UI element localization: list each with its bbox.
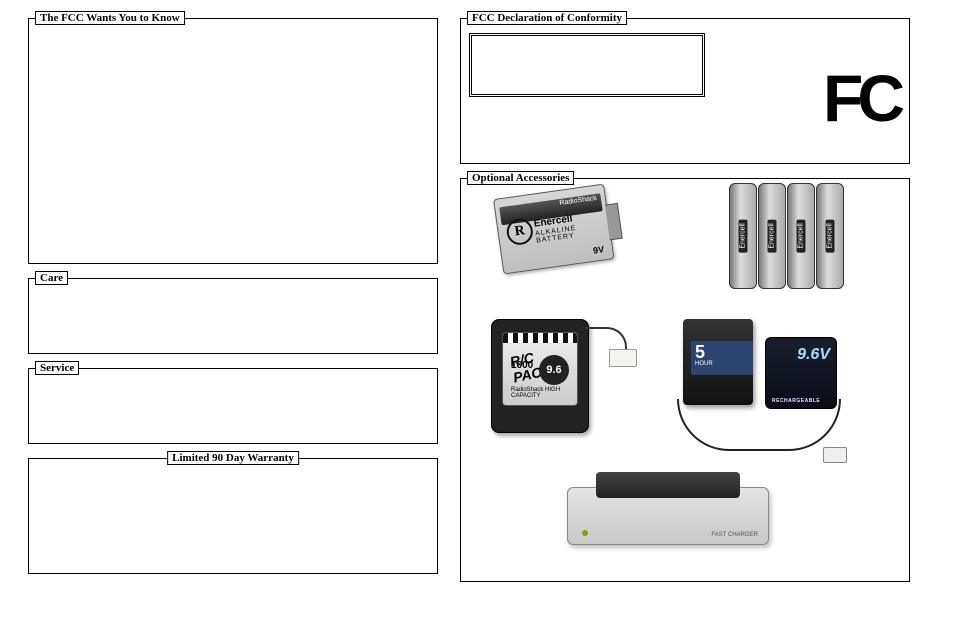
charger-hours-label: 5 HOUR [691,341,753,375]
brand-label: Enercell [768,219,777,252]
battery-terminals-icon [605,203,623,240]
left-column: The FCC Wants You to Know Care Service L… [28,18,438,596]
section-body [37,289,429,299]
section-title: Optional Accessories [467,171,574,185]
section-optional-accessories: Optional Accessories RadioShack R Enerce… [460,178,910,582]
page-root: The FCC Wants You to Know Care Service L… [0,0,954,606]
voltage-label: 9.6V [797,346,830,364]
section-fcc-declaration: FCC Declaration of Conformity FC [460,18,910,164]
section-fcc-know: The FCC Wants You to Know [28,18,438,264]
cord-icon [677,399,841,451]
status-led-icon [582,530,588,536]
aa-cell: Enercell [816,183,844,289]
section-care: Care [28,278,438,354]
aa-cell: Enercell [729,183,757,289]
section-title: Service [35,361,79,375]
section-body [37,29,429,39]
accessories-area: RadioShack R Enercell ALKALINE BATTERY 9… [469,189,901,559]
aa-cell: Enercell [758,183,786,289]
section-title: Limited 90 Day Warranty [167,451,299,465]
section-body [37,379,429,389]
accessory-aa-batteries: Enercell Enercell Enercell Enercell [729,183,844,289]
accessory-rc-battery-pack: R/C PACK 9.6 1600 RadioShack HIGH CAPACI… [491,319,607,439]
section-title: FCC Declaration of Conformity [467,11,627,25]
accessory-9v-battery: RadioShack R Enercell ALKALINE BATTERY 9… [493,180,645,295]
dock-brand-label: FAST CHARGER [711,532,758,538]
capacity-label: 1600 [511,360,533,371]
aa-cell: Enercell [787,183,815,289]
connector-icon [609,349,637,367]
fcc-logo-icon: FC [823,65,899,131]
brand-label: Enercell [826,219,835,252]
brand-label: Enercell [797,219,806,252]
accessory-5hr-charger: 5 HOUR 9.6V RECHARGEABLE [657,319,837,459]
section-body [37,469,429,479]
voltage-label: 9V [592,239,605,256]
charger-slot-icon [596,472,740,498]
fcc-declaration-inner-frame [469,33,705,97]
voltage-badge: 9.6 [539,355,569,385]
right-column: FCC Declaration of Conformity FC Optiona… [460,18,910,596]
section-title: Care [35,271,68,285]
section-warranty: Limited 90 Day Warranty [28,458,438,574]
section-service: Service [28,368,438,444]
section-title: The FCC Wants You to Know [35,11,185,25]
accessory-fast-charger-dock: FAST CHARGER [567,469,787,557]
brand-label: Enercell [739,219,748,252]
brand-label: RadioShack HIGH CAPACITY [511,387,577,399]
plug-icon [823,447,847,463]
